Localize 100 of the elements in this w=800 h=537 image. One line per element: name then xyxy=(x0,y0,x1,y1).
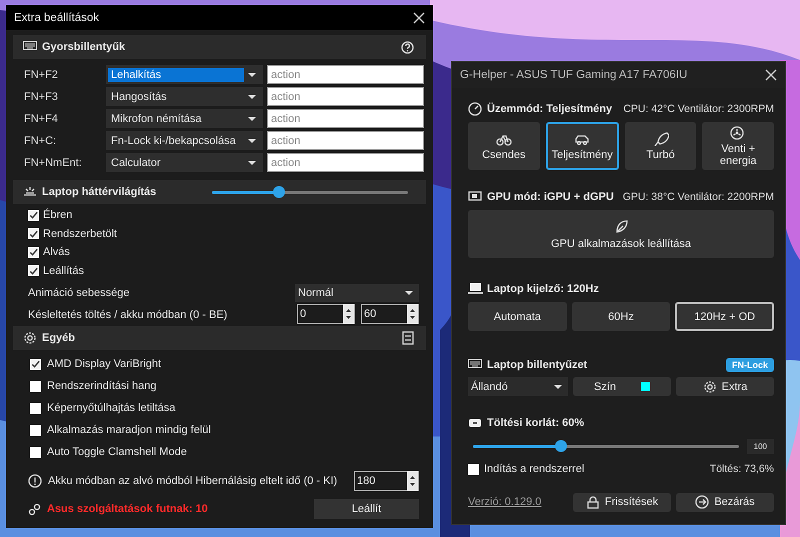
section-title: Laptop háttérvilágítás xyxy=(42,186,156,198)
extra-button[interactable]: Extra xyxy=(676,377,774,396)
checkbox-label: Képernyőtúlhajtás letiltása xyxy=(47,402,176,414)
hotkey-label: FN+F4 xyxy=(24,112,59,124)
stop-button[interactable]: Leállít xyxy=(314,499,419,519)
field-label: Késleltetés töltés / akku módban (0 - BE) xyxy=(28,309,228,321)
action-field[interactable]: action xyxy=(267,87,424,106)
panel-icon[interactable] xyxy=(402,331,414,345)
hotkey-label: FN+NmEnt: xyxy=(24,156,83,168)
caret-icon xyxy=(248,160,256,164)
checkbox[interactable] xyxy=(30,358,41,370)
section-title: Üzemmód: Teljesítmény xyxy=(487,103,612,115)
checkbox[interactable] xyxy=(28,210,39,221)
checkbox-label: Indítás a rendszerrel xyxy=(484,463,584,476)
checkbox-label: Alkalmazás maradjon mindig felül xyxy=(47,424,211,436)
section-title: Laptop billentyűzet xyxy=(487,359,588,371)
checkbox[interactable] xyxy=(28,246,39,258)
gear-icon xyxy=(702,380,717,394)
caret-icon xyxy=(248,94,256,98)
refresh-rate-button[interactable]: 60Hz xyxy=(572,302,670,331)
action-field[interactable]: action xyxy=(267,65,424,84)
checkbox-label: Ébren xyxy=(43,209,72,222)
number-field[interactable]: 60 xyxy=(361,304,419,324)
close-icon[interactable] xyxy=(413,12,425,24)
gear-icon xyxy=(23,331,37,345)
close-icon[interactable] xyxy=(765,69,777,81)
color-button[interactable]: Szín xyxy=(573,377,671,396)
status-text: Asus szolgáltatások futnak: 10 xyxy=(47,503,208,515)
checkbox[interactable] xyxy=(30,380,41,392)
checkbox[interactable] xyxy=(468,464,479,475)
caret-icon xyxy=(248,138,256,142)
mode-button[interactable]: Turbó xyxy=(624,122,696,170)
slider-value: 100 xyxy=(746,438,774,454)
links-icon xyxy=(28,502,41,516)
hotkey-label: FN+C: xyxy=(24,134,58,146)
window-title: G-Helper - ASUS TUF Gaming A17 FA706IU xyxy=(460,69,688,81)
action-dropdown[interactable]: Mikrofon némítása xyxy=(106,109,263,128)
help-icon[interactable] xyxy=(401,40,414,54)
info-icon xyxy=(28,474,42,488)
battery-icon xyxy=(468,416,483,430)
fn-lock-badge: FN-Lock xyxy=(726,358,774,372)
action-dropdown[interactable]: Lehalkítás xyxy=(106,65,263,84)
window-title: Extra beállítások xyxy=(14,12,100,24)
exit-icon xyxy=(695,495,710,509)
checkbox-label: Auto Toggle Clamshell Mode xyxy=(47,446,187,458)
field-label: Animáció sebessége xyxy=(28,287,130,299)
number-field[interactable]: 180 xyxy=(354,471,419,491)
lock-icon xyxy=(586,495,600,509)
action-field[interactable]: action xyxy=(267,109,424,128)
section-title: Gyorsbillentyűk xyxy=(42,41,126,53)
action-dropdown[interactable]: Fn-Lock ki-/bekapcsolása xyxy=(106,131,263,150)
checkbox-label: AMD Display VariBright xyxy=(47,358,162,370)
charge-status: Töltés: 73,6% xyxy=(710,463,774,476)
checkbox[interactable] xyxy=(28,228,39,240)
caret-icon xyxy=(248,116,256,120)
hotkey-label: FN+F2 xyxy=(24,68,59,80)
checkbox[interactable] xyxy=(30,424,41,436)
mode-button[interactable]: Teljesítmény xyxy=(546,122,619,170)
section-title: Töltési korlát: 60% xyxy=(487,417,584,429)
checkbox[interactable] xyxy=(30,402,41,414)
action-field[interactable]: action xyxy=(267,153,424,172)
caret-icon xyxy=(405,291,413,295)
mode-button[interactable]: Csendes xyxy=(468,122,540,170)
gauge-icon xyxy=(468,102,483,116)
stepper-icon[interactable] xyxy=(343,304,354,324)
updates-button[interactable]: Frissítések xyxy=(573,492,671,512)
section-title: GPU mód: iGPU + dGPU xyxy=(487,191,614,203)
number-field[interactable]: 0 xyxy=(297,304,355,324)
checkbox[interactable] xyxy=(30,446,41,458)
sensor-readout: CPU: 42°C Ventilátor: 2300RPM xyxy=(623,103,774,115)
refresh-rate-button[interactable]: Automata xyxy=(468,302,567,331)
refresh-rate-button[interactable]: 120Hz + OD xyxy=(675,302,774,331)
action-dropdown[interactable]: Hangosítás xyxy=(106,87,263,106)
caret-icon xyxy=(248,72,256,76)
version-link[interactable]: Verzió: 0.129.0 xyxy=(468,496,568,508)
checkbox-label: Rendszerindítási hang xyxy=(47,380,156,392)
leaf-icon xyxy=(614,218,628,234)
speed-dropdown[interactable]: Normál xyxy=(295,284,419,302)
checkbox-label: Alvás xyxy=(43,246,70,258)
field-label: Akku módban az alvó módból Hibernálásig eltelt idő (0 - KI) xyxy=(48,475,338,487)
caret-icon xyxy=(554,384,562,388)
mode-button[interactable]: Venti + energia xyxy=(702,122,774,170)
checkbox[interactable] xyxy=(28,265,39,276)
sensor-readout: GPU: 38°C Ventilátor: 2200RPM xyxy=(622,191,774,203)
checkbox-label: Leállítás xyxy=(43,264,84,277)
stop-gpu-apps-button[interactable]: GPU alkalmazások leállítása xyxy=(468,210,774,258)
section-title: Egyéb xyxy=(42,332,76,344)
lighting-mode-dropdown[interactable]: Állandó xyxy=(468,377,568,396)
hotkey-label: FN+F3 xyxy=(24,90,59,102)
stepper-icon[interactable] xyxy=(407,471,418,491)
slider-thumb[interactable] xyxy=(554,440,567,452)
stepper-icon[interactable] xyxy=(407,304,418,324)
checkbox-label: Rendszerbetölt xyxy=(43,228,117,240)
slider-thumb[interactable] xyxy=(272,186,285,198)
action-field[interactable]: action xyxy=(267,131,424,150)
laptop-icon xyxy=(468,282,483,296)
section-title: Laptop kijelző: 120Hz xyxy=(487,283,599,295)
quit-button[interactable]: Bezárás xyxy=(676,492,774,512)
fan-icon xyxy=(730,126,746,140)
action-dropdown[interactable]: Calculator xyxy=(106,153,263,172)
